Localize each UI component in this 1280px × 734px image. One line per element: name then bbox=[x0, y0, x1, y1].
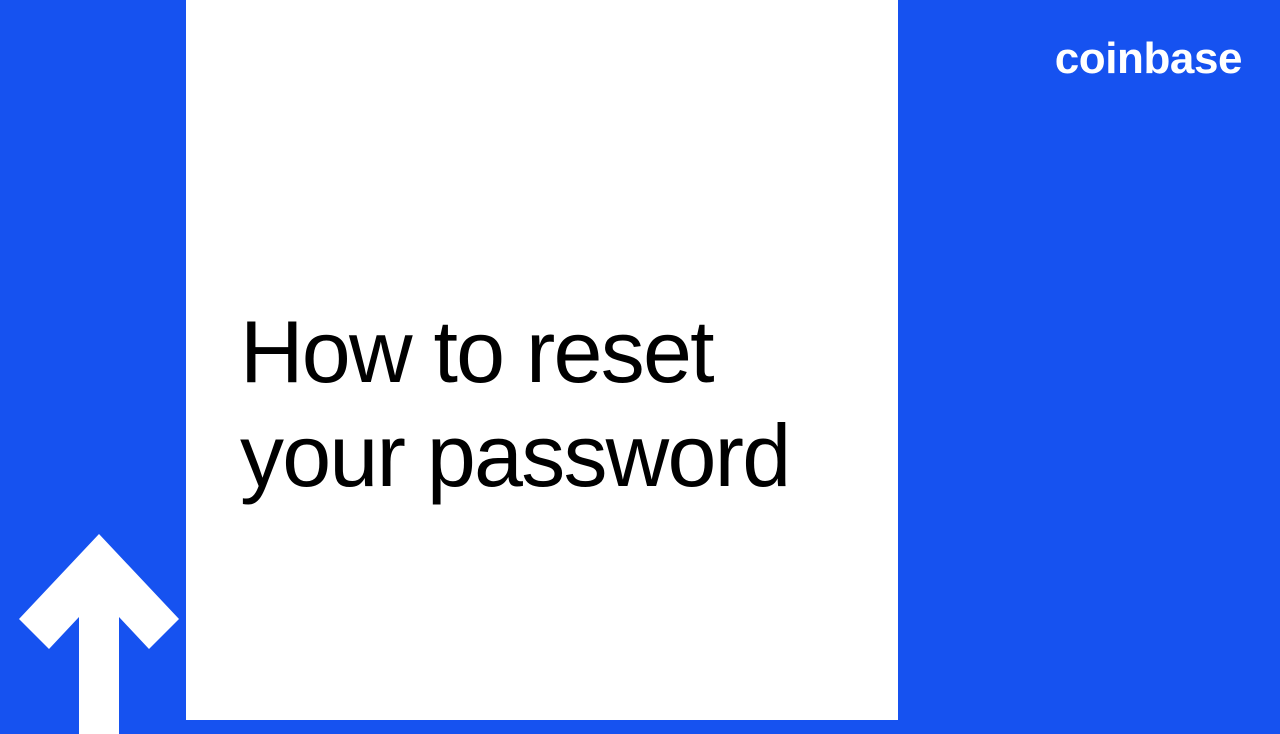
title-line-2: your password bbox=[240, 406, 789, 505]
page-title: How to reset your password bbox=[240, 300, 789, 508]
arrow-up-icon bbox=[14, 524, 184, 734]
brand-logo: coinbase bbox=[1055, 34, 1242, 84]
title-line-1: How to reset bbox=[240, 302, 713, 401]
